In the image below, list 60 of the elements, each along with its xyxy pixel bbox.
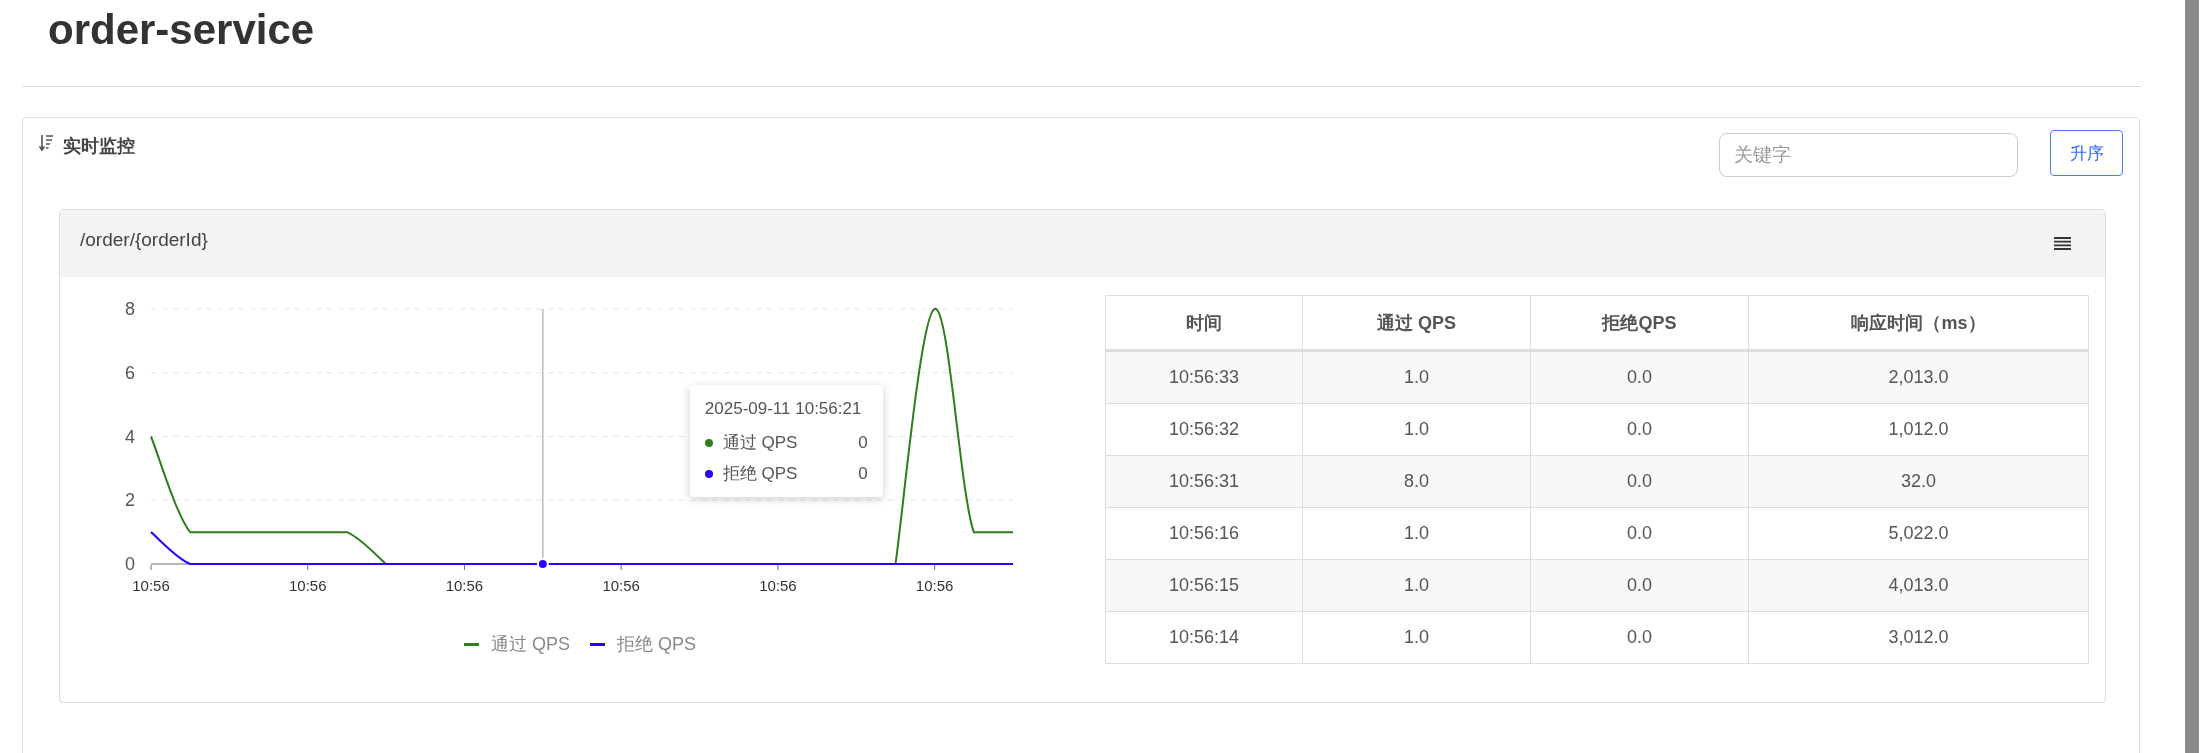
table-cell: 10:56:14 <box>1105 611 1303 664</box>
table-cell: 1.0 <box>1302 559 1531 612</box>
scrollbar[interactable] <box>2185 0 2199 753</box>
table-cell: 2,013.0 <box>1748 350 2089 404</box>
page-title: order-service <box>47 5 315 55</box>
table-cell: 0.0 <box>1530 403 1749 456</box>
x-tick-label: 10:56 <box>759 577 797 594</box>
y-tick-label: 8 <box>125 299 135 319</box>
legend-label[interactable]: 通过 QPS <box>491 632 570 656</box>
tooltip-dot <box>704 469 713 478</box>
tooltip-title: 2025-09-11 10:56:21 <box>704 399 863 419</box>
table-cell: 10:56:16 <box>1105 507 1303 560</box>
table-cell: 10:56:32 <box>1105 403 1303 456</box>
legend-swatch[interactable] <box>590 642 605 646</box>
legend-swatch[interactable] <box>464 642 479 646</box>
table-cell: 3,012.0 <box>1748 611 2089 664</box>
table-cell: 1.0 <box>1302 350 1531 404</box>
y-tick-label: 0 <box>125 554 135 574</box>
x-tick-label: 10:56 <box>288 577 327 594</box>
table-cell: 10:56:15 <box>1105 559 1303 612</box>
y-tick-label: 4 <box>125 426 135 447</box>
legend-label[interactable]: 拒绝 QPS <box>617 632 696 656</box>
table-cell: 10:56:33 <box>1105 350 1303 404</box>
sort-button[interactable]: 升序 <box>2050 130 2123 176</box>
menu-icon[interactable] <box>2054 237 2071 250</box>
tooltip-value: 0 <box>858 463 868 484</box>
x-tick-label: 10:56 <box>602 577 640 594</box>
x-tick-label: 10:56 <box>445 577 484 594</box>
table-cell: 0.0 <box>1530 507 1749 560</box>
x-tick-mark <box>777 564 779 571</box>
table-cell: 0.0 <box>1530 455 1749 508</box>
table-cell: 8.0 <box>1302 455 1531 508</box>
search-field[interactable]: 关键字 <box>1719 133 2018 177</box>
table-cell: 10:56:31 <box>1105 455 1303 508</box>
x-tick-mark <box>307 564 309 571</box>
panel-title: 实时监控 <box>63 135 135 158</box>
table-cell: 1.0 <box>1302 403 1531 456</box>
hover-point <box>536 558 549 570</box>
table-cell: 5,022.0 <box>1748 507 2089 560</box>
table-cell: 0.0 <box>1530 559 1749 612</box>
tooltip-label: 通过 QPS <box>722 432 799 454</box>
table-cell: 4,013.0 <box>1748 559 2089 612</box>
table-cell: 0.0 <box>1530 611 1749 664</box>
card-title: /order/{orderId} <box>80 228 208 251</box>
sort-icon <box>39 134 53 152</box>
tooltip-dot <box>704 438 713 447</box>
y-tick-label: 6 <box>125 362 135 383</box>
x-tick-mark <box>934 564 936 571</box>
x-tick-label: 10:56 <box>915 577 954 594</box>
x-tick-mark <box>463 564 465 571</box>
table-cell: 0.0 <box>1530 350 1749 404</box>
table-cell: 32.0 <box>1748 455 2089 508</box>
tooltip-value: 0 <box>858 432 868 453</box>
x-tick-label: 10:56 <box>132 577 170 594</box>
y-tick-label: 2 <box>125 490 135 511</box>
table-cell: 1.0 <box>1302 507 1531 560</box>
table-cell: 1,012.0 <box>1748 403 2089 456</box>
x-tick-mark <box>620 564 622 571</box>
table-cell: 1.0 <box>1302 611 1531 664</box>
tooltip-label: 拒绝 QPS <box>722 463 799 485</box>
